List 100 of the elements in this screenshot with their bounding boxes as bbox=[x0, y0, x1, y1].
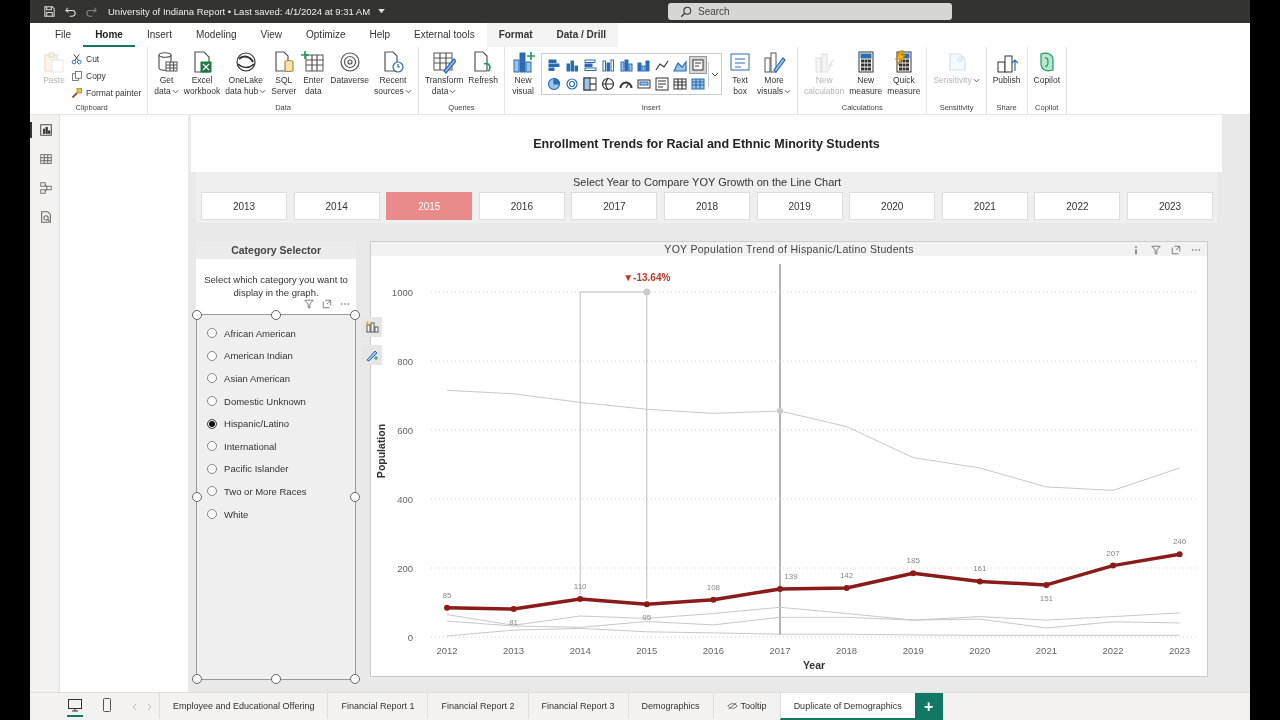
radio-option[interactable]: Domestic Unknown bbox=[197, 389, 356, 413]
year-button[interactable]: 2013 bbox=[201, 192, 288, 220]
radio-button[interactable] bbox=[207, 396, 218, 407]
ribbon-button[interactable]: Cut bbox=[69, 51, 144, 67]
ribbon-button[interactable]: Dataverse bbox=[328, 50, 372, 86]
year-button[interactable]: 2022 bbox=[1034, 192, 1121, 220]
radio-button[interactable] bbox=[207, 350, 218, 361]
page-tab[interactable]: Financial Report 3 bbox=[527, 693, 628, 720]
ribbon-button[interactable]: Quick measure bbox=[885, 50, 923, 96]
ribbon-button[interactable]: Format painter bbox=[69, 85, 144, 101]
function-chart-icon bbox=[812, 50, 837, 74]
resize-handle[interactable] bbox=[271, 674, 282, 684]
ribbon-button[interactable]: SQL Server bbox=[269, 50, 299, 96]
resize-handle[interactable] bbox=[192, 674, 203, 684]
column-chart-icon[interactable] bbox=[636, 57, 653, 73]
resize-handle[interactable] bbox=[350, 310, 361, 320]
year-button[interactable]: 2018 bbox=[664, 192, 751, 220]
column-chart-icon[interactable] bbox=[564, 57, 581, 73]
radio-button[interactable] bbox=[207, 509, 218, 520]
ribbon-tab[interactable]: External tools bbox=[402, 23, 487, 47]
card-icon[interactable] bbox=[636, 76, 653, 92]
bar-chart-icon[interactable] bbox=[582, 57, 599, 73]
ribbon-tab[interactable]: Help bbox=[357, 23, 403, 47]
ribbon-button[interactable]: Publish bbox=[990, 50, 1023, 86]
axis-label: 2023 bbox=[1169, 645, 1191, 656]
radio-button[interactable] bbox=[207, 328, 218, 339]
page-tab[interactable]: Duplicate of Demographics bbox=[779, 693, 915, 720]
radio-option[interactable]: African American bbox=[197, 322, 356, 345]
bar-chart-icon[interactable] bbox=[546, 57, 563, 73]
filter-icon[interactable] bbox=[1151, 245, 1162, 255]
year-button[interactable]: 2017 bbox=[571, 192, 658, 220]
radio-option[interactable]: Hispanic/Latino bbox=[197, 412, 356, 435]
ribbon-tab[interactable]: File bbox=[43, 23, 84, 47]
ribbon-button[interactable]: New measure bbox=[847, 50, 885, 96]
data-point bbox=[1176, 551, 1183, 558]
ribbon-button[interactable]: OneLake data hub bbox=[223, 50, 269, 96]
resize-handle[interactable] bbox=[350, 492, 361, 502]
resize-handle[interactable] bbox=[192, 310, 203, 320]
radio-button[interactable] bbox=[207, 486, 218, 497]
page-tab[interactable]: Financial Report 1 bbox=[327, 693, 428, 720]
resize-handle[interactable] bbox=[192, 492, 203, 502]
radio-option[interactable]: Two or More Races bbox=[197, 480, 356, 503]
radio-option[interactable]: International bbox=[197, 434, 356, 458]
add-page-button[interactable]: + bbox=[914, 693, 943, 720]
radio-button[interactable] bbox=[207, 373, 218, 384]
axis-title: Population bbox=[375, 423, 388, 479]
undo-icon[interactable] bbox=[64, 5, 77, 18]
save-icon[interactable] bbox=[43, 5, 56, 18]
year-button[interactable]: 2014 bbox=[293, 192, 380, 220]
page-tab[interactable]: Employee and Educational Offering bbox=[159, 693, 328, 720]
matrix-icon[interactable] bbox=[690, 76, 707, 92]
ribbon-button[interactable]: Transform data bbox=[422, 50, 466, 96]
ribbon-tab[interactable]: Data / Drill bbox=[544, 23, 619, 47]
area-chart-icon[interactable] bbox=[672, 57, 689, 73]
ribbon-button[interactable]: Recent sources bbox=[372, 50, 414, 96]
resize-handle[interactable] bbox=[350, 674, 361, 684]
ribbon-button[interactable]: Excel workbook bbox=[181, 50, 223, 96]
pie-chart-icon[interactable] bbox=[546, 76, 563, 92]
ribbon-button[interactable]: Get data bbox=[152, 50, 181, 96]
ribbon-button[interactable]: New visual bbox=[509, 50, 538, 96]
radio-button[interactable] bbox=[207, 441, 218, 452]
search-field[interactable]: Search bbox=[668, 3, 952, 20]
radio-button[interactable] bbox=[207, 463, 218, 474]
ribbon-button[interactable]: Copy bbox=[69, 68, 144, 84]
donut-chart-icon[interactable] bbox=[564, 76, 581, 92]
stacked-chart-icon[interactable] bbox=[618, 57, 635, 73]
page-tab[interactable]: Demographics bbox=[627, 693, 713, 720]
redo-icon[interactable] bbox=[85, 5, 98, 18]
radio-option[interactable]: American Indian bbox=[197, 344, 356, 368]
year-button[interactable]: 2020 bbox=[849, 192, 936, 220]
radio-option[interactable]: Pacific Islander bbox=[197, 457, 356, 481]
treemap-icon[interactable] bbox=[582, 76, 599, 92]
globe-icon[interactable] bbox=[600, 76, 617, 92]
ribbon-tab[interactable]: Insert bbox=[134, 23, 184, 47]
ribbon-button[interactable]: Copilot bbox=[1031, 50, 1062, 86]
focus-mode-icon[interactable] bbox=[1171, 245, 1182, 255]
ribbon-tab[interactable]: View bbox=[248, 23, 295, 47]
ribbon-button[interactable]: More visuals bbox=[755, 50, 794, 96]
year-button[interactable]: 2016 bbox=[478, 192, 565, 220]
radio-option[interactable]: Asian American bbox=[197, 367, 356, 390]
ribbon-button[interactable]: Enter data bbox=[299, 50, 328, 96]
year-button[interactable]: 2021 bbox=[941, 192, 1028, 220]
slicer-icon[interactable] bbox=[690, 57, 707, 73]
radio-option[interactable]: White bbox=[197, 502, 356, 526]
year-button[interactable]: 2019 bbox=[756, 192, 843, 220]
desktop-icon[interactable] bbox=[67, 696, 83, 717]
caret-icon[interactable] bbox=[378, 9, 386, 14]
filter-icon[interactable] bbox=[304, 299, 315, 309]
year-button[interactable]: 2023 bbox=[1127, 192, 1213, 220]
resize-handle[interactable] bbox=[271, 310, 282, 320]
ribbon-tab[interactable]: Optimize bbox=[294, 23, 358, 47]
page-tab[interactable]: Tooltip bbox=[712, 693, 780, 720]
page-tab[interactable]: Financial Report 2 bbox=[427, 693, 528, 720]
focus-mode-icon[interactable] bbox=[322, 299, 333, 309]
ribbon-button[interactable]: Refresh bbox=[466, 50, 501, 86]
column-chart-icon[interactable] bbox=[600, 57, 617, 73]
ribbon-button[interactable]: Text box bbox=[726, 50, 755, 96]
ribbon-tab[interactable]: Format bbox=[486, 23, 545, 47]
ribbon-tab[interactable]: Modeling bbox=[183, 23, 249, 47]
table-icon[interactable] bbox=[672, 76, 689, 92]
